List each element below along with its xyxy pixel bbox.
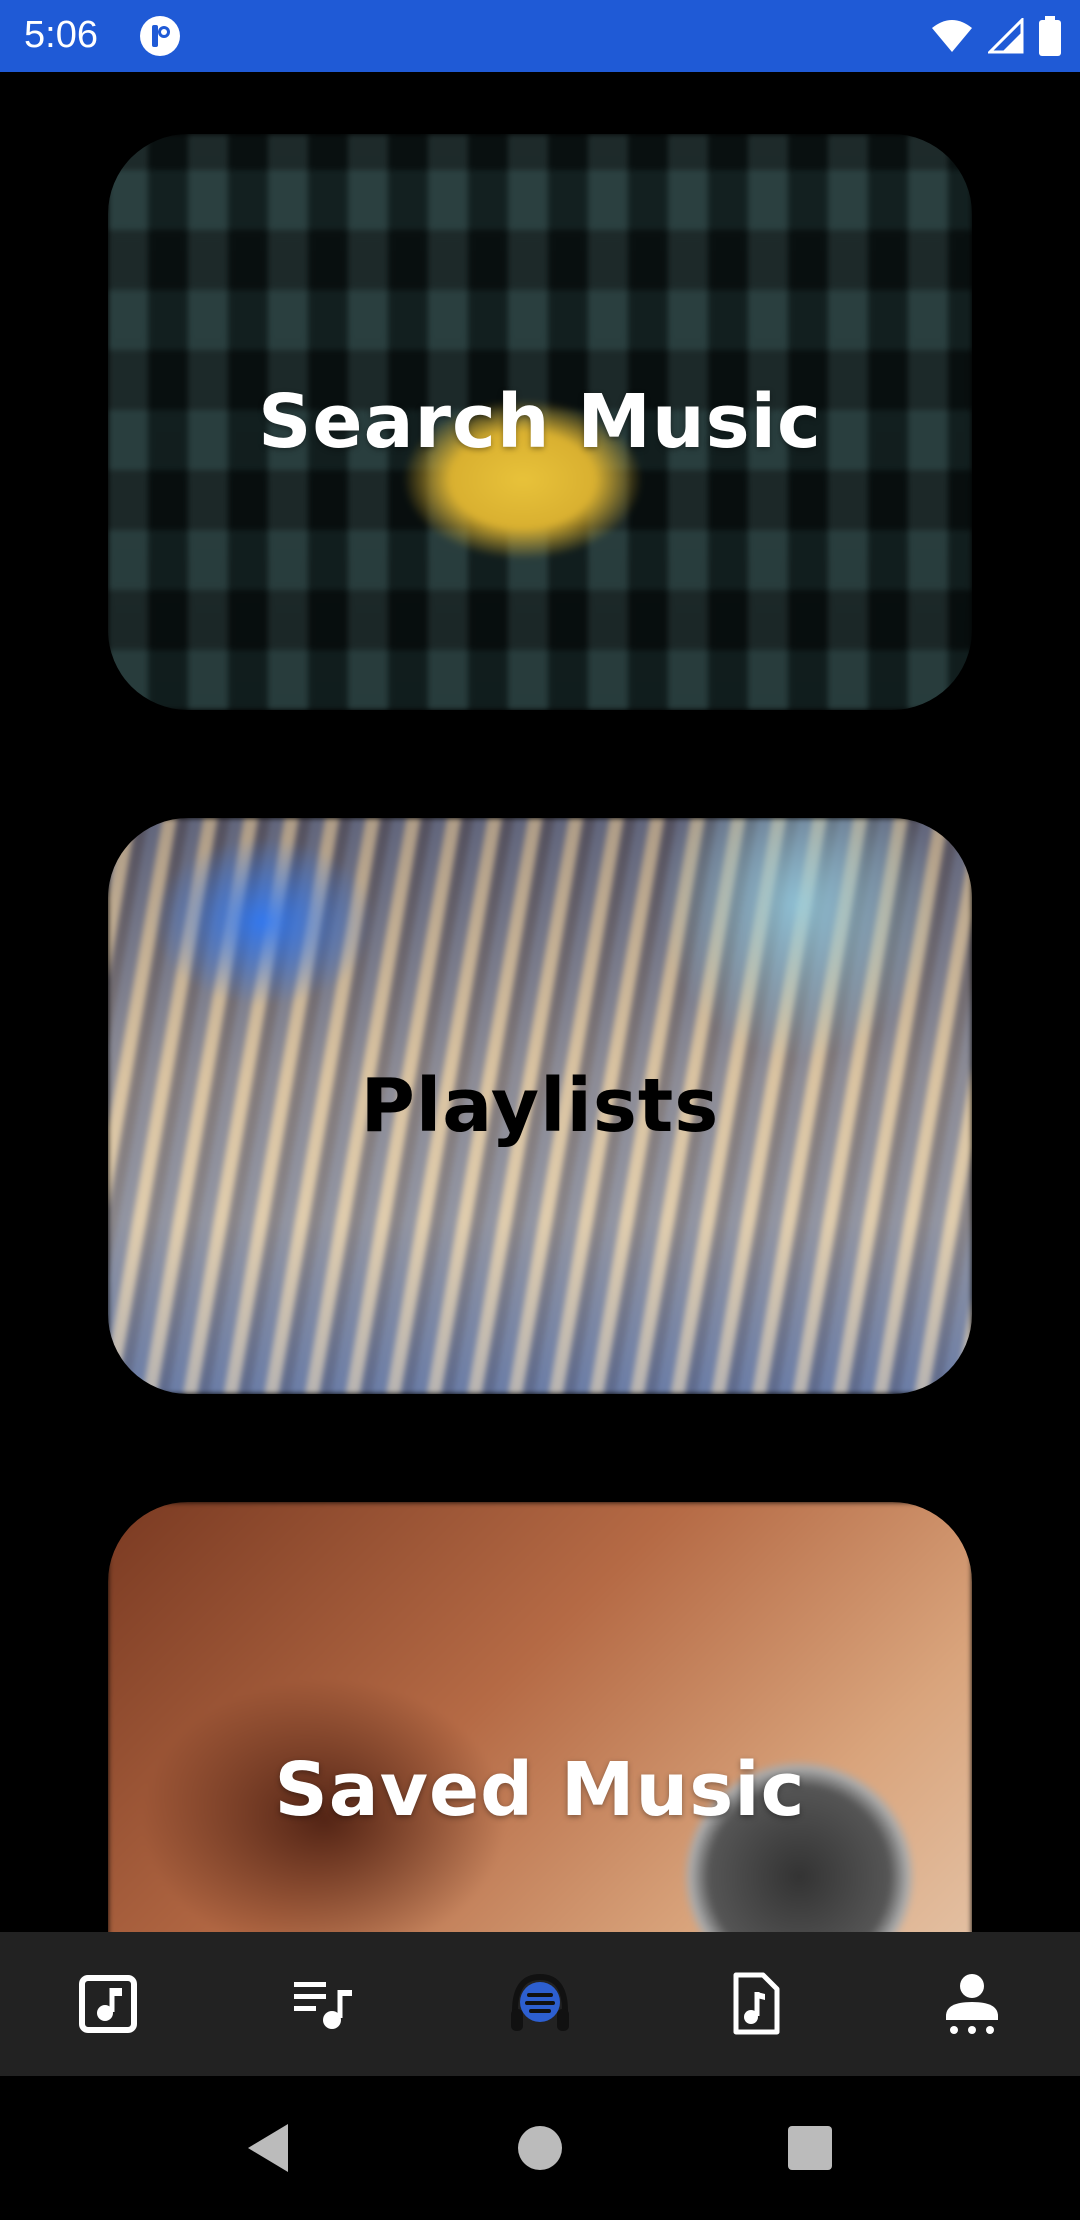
playlists-card[interactable]: Playlists: [108, 818, 972, 1394]
search-music-label: Search Music: [258, 379, 822, 465]
cell-signal-icon: [988, 18, 1024, 54]
saved-music-label: Saved Music: [274, 1747, 806, 1833]
nav-music-tab[interactable]: [53, 1949, 163, 2059]
system-navigation-bar: [0, 2076, 1080, 2220]
nav-files-tab[interactable]: [701, 1949, 811, 2059]
account-icon: [946, 1974, 998, 2034]
nav-playlists-tab[interactable]: [269, 1949, 379, 2059]
battery-icon: [1039, 16, 1061, 56]
nav-home-tab[interactable]: [485, 1949, 595, 2059]
back-icon[interactable]: [242, 2120, 298, 2176]
saved-music-card[interactable]: Saved Music: [108, 1502, 972, 1932]
playlist-music-icon: [294, 1982, 352, 2029]
status-bar: 5:06: [0, 0, 1080, 72]
recents-icon[interactable]: [782, 2120, 838, 2176]
saved-music-card-image: [108, 1502, 972, 1932]
home-icon[interactable]: [512, 2120, 568, 2176]
music-file-icon: [733, 1972, 780, 2035]
app-notification-icon: [140, 16, 180, 56]
headphones-logo-icon: [511, 1973, 569, 2031]
search-music-card[interactable]: Search Music: [108, 134, 972, 710]
nav-account-tab[interactable]: [917, 1949, 1027, 2059]
status-time: 5:06: [24, 14, 98, 56]
playlists-label: Playlists: [360, 1063, 720, 1149]
bottom-navigation: [0, 1932, 1080, 2076]
main-content: Search Music Playlists Saved Music: [0, 72, 1080, 1932]
wifi-icon: [932, 20, 972, 52]
music-note-box-icon: [79, 1975, 137, 2033]
